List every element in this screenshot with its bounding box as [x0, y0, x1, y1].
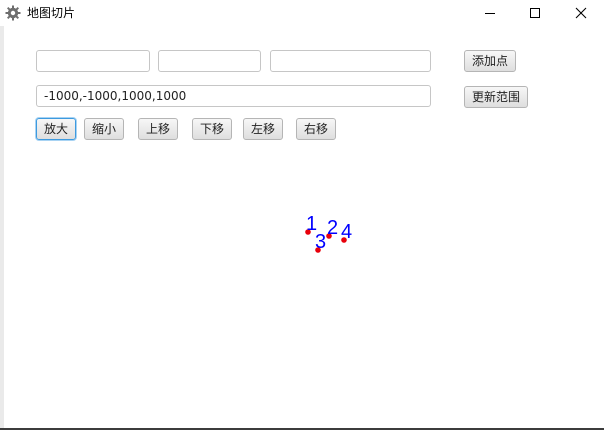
x-coordinate-input[interactable] [36, 50, 150, 72]
minimize-button[interactable] [467, 0, 513, 26]
map-canvas[interactable]: 1 2 3 4 [4, 150, 604, 428]
point-name-input[interactable] [270, 50, 431, 72]
move-down-button[interactable]: 下移 [192, 118, 232, 140]
add-point-button[interactable]: 添加点 [464, 50, 516, 72]
move-up-button[interactable]: 上移 [138, 118, 178, 140]
maximize-button[interactable] [512, 0, 558, 26]
map-point-label: 3 [315, 231, 326, 253]
move-left-button[interactable]: 左移 [243, 118, 283, 140]
map-point-label: 4 [341, 221, 352, 243]
maximize-icon [530, 8, 540, 18]
window-title: 地图切片 [27, 6, 76, 20]
zoom-out-button[interactable]: 缩小 [84, 118, 124, 140]
close-icon [575, 7, 587, 19]
zoom-in-button[interactable]: 放大 [36, 118, 76, 140]
update-range-button[interactable]: 更新范围 [464, 86, 528, 108]
range-input[interactable] [36, 85, 431, 107]
map-point-3: 3 [315, 231, 326, 253]
gear-icon [5, 5, 21, 21]
y-coordinate-input[interactable] [158, 50, 261, 72]
map-point-label: 2 [327, 217, 338, 239]
app-window: 地图切片 添加点 更新范围 放大 缩小 上移 下移 左移 右移 [0, 0, 604, 430]
map-point-2: 2 [326, 217, 338, 239]
map-point-4: 4 [341, 221, 352, 243]
close-button[interactable] [558, 0, 604, 26]
move-right-button[interactable]: 右移 [296, 118, 336, 140]
title-bar[interactable]: 地图切片 [0, 0, 604, 26]
minimize-icon [485, 13, 495, 14]
